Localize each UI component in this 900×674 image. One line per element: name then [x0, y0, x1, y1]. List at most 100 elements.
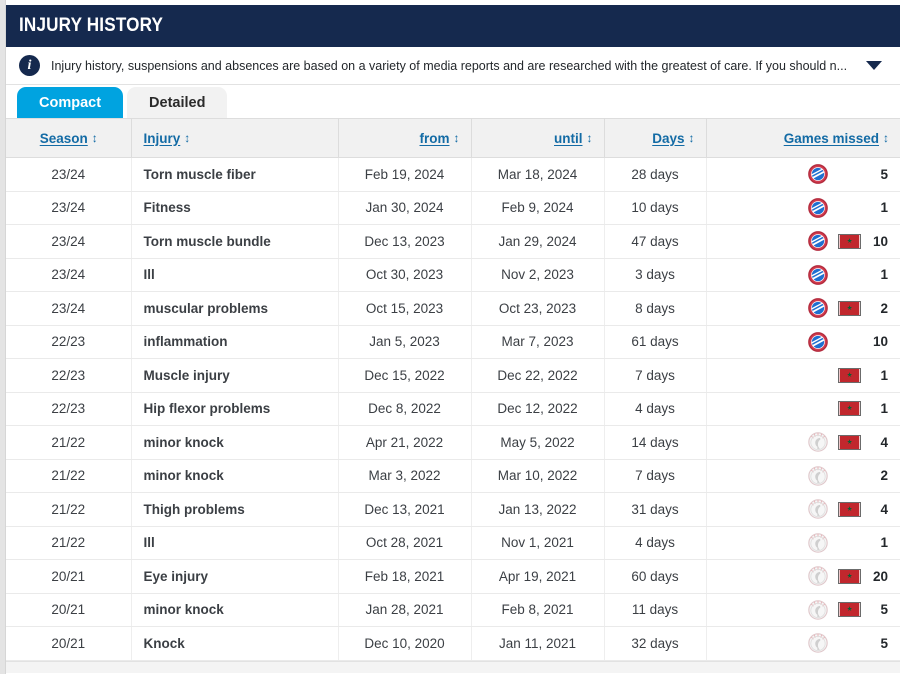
morocco-flag[interactable] [837, 602, 861, 618]
games-missed-count: 5 [880, 635, 888, 651]
cell-days: 10 days [604, 191, 707, 225]
espanyol-crest[interactable] [807, 298, 828, 319]
cell-days: 14 days [604, 425, 707, 460]
column-header-until[interactable]: until ↕ [471, 118, 605, 158]
espanyol-crest[interactable] [807, 331, 828, 352]
cell-days: 61 days [604, 325, 707, 359]
cell-until: Nov 1, 2021 [471, 526, 605, 560]
morocco-flag[interactable] [837, 233, 861, 249]
cell-season: 20/21 [6, 593, 132, 627]
espanyol-crest[interactable] [807, 197, 828, 218]
games-missed-count: 5 [880, 602, 888, 618]
table-row[interactable]: 23/24 Torn muscle fiber Feb 19, 2024 Mar 18… [6, 157, 900, 192]
ajax-crest[interactable] [807, 599, 828, 620]
morocco-flag[interactable] [837, 401, 861, 417]
cell-from: Dec 15, 2022 [338, 358, 472, 393]
column-header-injury[interactable]: Injury ↕ [131, 118, 339, 158]
espanyol-crest[interactable] [807, 231, 828, 252]
cell-games-missed: 5 [706, 157, 900, 192]
table-row[interactable]: 21/22 minor knock Apr 21, 2022 May 5, 2022 1… [6, 425, 900, 460]
cell-until: Mar 18, 2024 [471, 157, 605, 192]
cell-days: 60 days [604, 559, 707, 594]
ajax-crest[interactable] [807, 532, 828, 553]
espanyol-crest[interactable] [807, 264, 828, 285]
cell-days: 4 days [604, 526, 707, 560]
info-disclaimer-bar: i Injury history, suspensions and absenc… [6, 47, 900, 85]
table-header: Season ↕ Injury ↕ from ↕ until ↕ Days ↕ … [6, 118, 900, 158]
cell-injury: Knock [131, 626, 339, 661]
ajax-crest[interactable] [807, 566, 828, 587]
table-row[interactable]: 23/24 muscular problems Oct 15, 2023 Oct 23… [6, 291, 900, 326]
cell-injury: Thigh problems [131, 492, 339, 527]
cell-games-missed: 1 [706, 526, 900, 560]
games-missed-count: 1 [880, 367, 888, 383]
column-header-days[interactable]: Days ↕ [604, 118, 707, 158]
injury-history-panel: INJURY HISTORY i Injury history, suspens… [6, 0, 900, 674]
cell-injury: Torn muscle bundle [131, 224, 339, 259]
games-missed-count: 10 [872, 233, 888, 249]
ajax-crest[interactable] [807, 465, 828, 486]
cell-days: 47 days [604, 224, 707, 259]
cell-from: Mar 3, 2022 [338, 459, 472, 493]
cell-season: 21/22 [6, 526, 132, 560]
morocco-flag[interactable] [837, 434, 861, 450]
cell-injury: Ill [131, 258, 339, 292]
column-header-season-label: Season [39, 130, 88, 146]
cell-until: Dec 12, 2022 [471, 392, 605, 426]
ajax-crest[interactable] [807, 499, 828, 520]
games-missed-count: 2 [880, 468, 888, 484]
column-header-from-label: from [419, 130, 450, 146]
table-row[interactable]: 23/24 Fitness Jan 30, 2024 Feb 9, 2024 10 da… [6, 191, 900, 225]
cell-until: Jan 11, 2021 [471, 626, 605, 661]
table-row[interactable]: 20/21 minor knock Jan 28, 2021 Feb 8, 2021 1… [6, 593, 900, 627]
table-row[interactable]: 22/23 Hip flexor problems Dec 8, 2022 Dec 1… [6, 392, 900, 426]
cell-season: 23/24 [6, 157, 132, 192]
cell-injury: Eye injury [131, 559, 339, 594]
tab-detailed[interactable]: Detailed [127, 87, 228, 118]
table-row[interactable]: 23/24 Torn muscle bundle Dec 13, 2023 Jan 2… [6, 224, 900, 259]
table-row[interactable]: 21/22 minor knock Mar 3, 2022 Mar 10, 2022 7… [6, 459, 900, 493]
ajax-crest[interactable] [807, 432, 828, 453]
tab-compact[interactable]: Compact [17, 87, 124, 118]
table-row[interactable]: 20/21 Knock Dec 10, 2020 Jan 11, 2021 32 day… [6, 626, 900, 661]
morocco-flag[interactable] [837, 568, 861, 584]
cell-season: 23/24 [6, 224, 132, 259]
cell-games-missed: 2 [706, 459, 900, 493]
espanyol-crest[interactable] [807, 164, 828, 185]
cell-injury: Hip flexor problems [131, 392, 339, 426]
column-header-season[interactable]: Season ↕ [6, 118, 132, 158]
cell-days: 8 days [604, 291, 707, 326]
morocco-flag[interactable] [837, 501, 861, 517]
cell-season: 23/24 [6, 291, 132, 326]
table-row[interactable]: 21/22 Thigh problems Dec 13, 2021 Jan 13, 2… [6, 492, 900, 527]
chevron-down-icon[interactable] [866, 61, 882, 70]
column-header-games-missed[interactable]: Games missed ↕ [706, 118, 900, 158]
cell-injury: minor knock [131, 459, 339, 493]
column-header-from[interactable]: from ↕ [338, 118, 472, 158]
games-missed-count: 4 [880, 434, 888, 450]
games-missed-count: 1 [880, 200, 888, 216]
table-row[interactable]: 21/22 Ill Oct 28, 2021 Nov 1, 2021 4 days 1 [6, 526, 900, 560]
cell-games-missed: 10 [706, 224, 900, 259]
cell-games-missed: 1 [706, 358, 900, 393]
cell-games-missed: 1 [706, 258, 900, 292]
morocco-flag[interactable] [837, 367, 861, 383]
morocco-flag[interactable] [837, 300, 861, 316]
cell-until: Nov 2, 2023 [471, 258, 605, 292]
cell-season: 21/22 [6, 459, 132, 493]
cell-games-missed: 5 [706, 626, 900, 661]
table-footer [6, 660, 900, 673]
injury-history-page: INJURY HISTORY i Injury history, suspens… [0, 0, 900, 674]
games-missed-count: 4 [880, 501, 888, 517]
table-row[interactable]: 23/24 Ill Oct 30, 2023 Nov 2, 2023 3 days 1 [6, 258, 900, 292]
ajax-crest[interactable] [807, 633, 828, 654]
cell-season: 22/23 [6, 325, 132, 359]
table-row[interactable]: 22/23 Muscle injury Dec 15, 2022 Dec 22, 20… [6, 358, 900, 393]
cell-from: Dec 13, 2021 [338, 492, 472, 527]
cell-season: 20/21 [6, 559, 132, 594]
table-row[interactable]: 22/23 inflammation Jan 5, 2023 Mar 7, 2023 6… [6, 325, 900, 359]
cell-season: 21/22 [6, 425, 132, 460]
table-row[interactable]: 20/21 Eye injury Feb 18, 2021 Apr 19, 2021 6… [6, 559, 900, 594]
sort-icon: ↕ [688, 131, 695, 145]
cell-until: Mar 7, 2023 [471, 325, 605, 359]
